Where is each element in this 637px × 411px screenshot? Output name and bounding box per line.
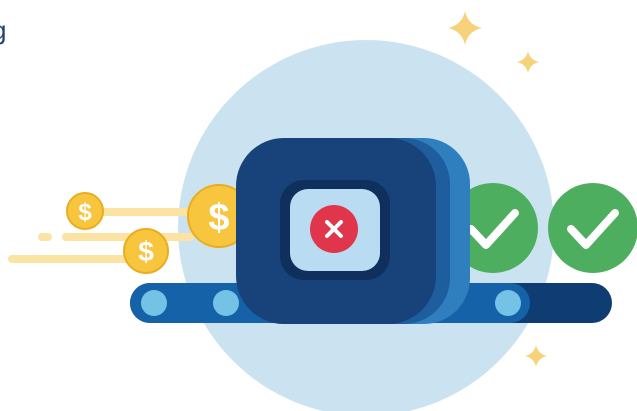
- approved-item: [548, 183, 637, 273]
- svg-text:$: $: [78, 199, 92, 226]
- conveyor-illustration: $ $ $: [8, 11, 637, 411]
- svg-text:$: $: [138, 236, 154, 267]
- sparkle-icon: [517, 51, 539, 73]
- illustration-stage: g: [0, 0, 637, 411]
- sparkle-icon: [448, 11, 482, 45]
- sparkle-icon: [525, 345, 547, 367]
- reject-badge: [310, 205, 358, 253]
- svg-text:$: $: [208, 197, 229, 239]
- dollar-coin: $: [123, 228, 169, 274]
- dollar-coin: $: [66, 192, 104, 230]
